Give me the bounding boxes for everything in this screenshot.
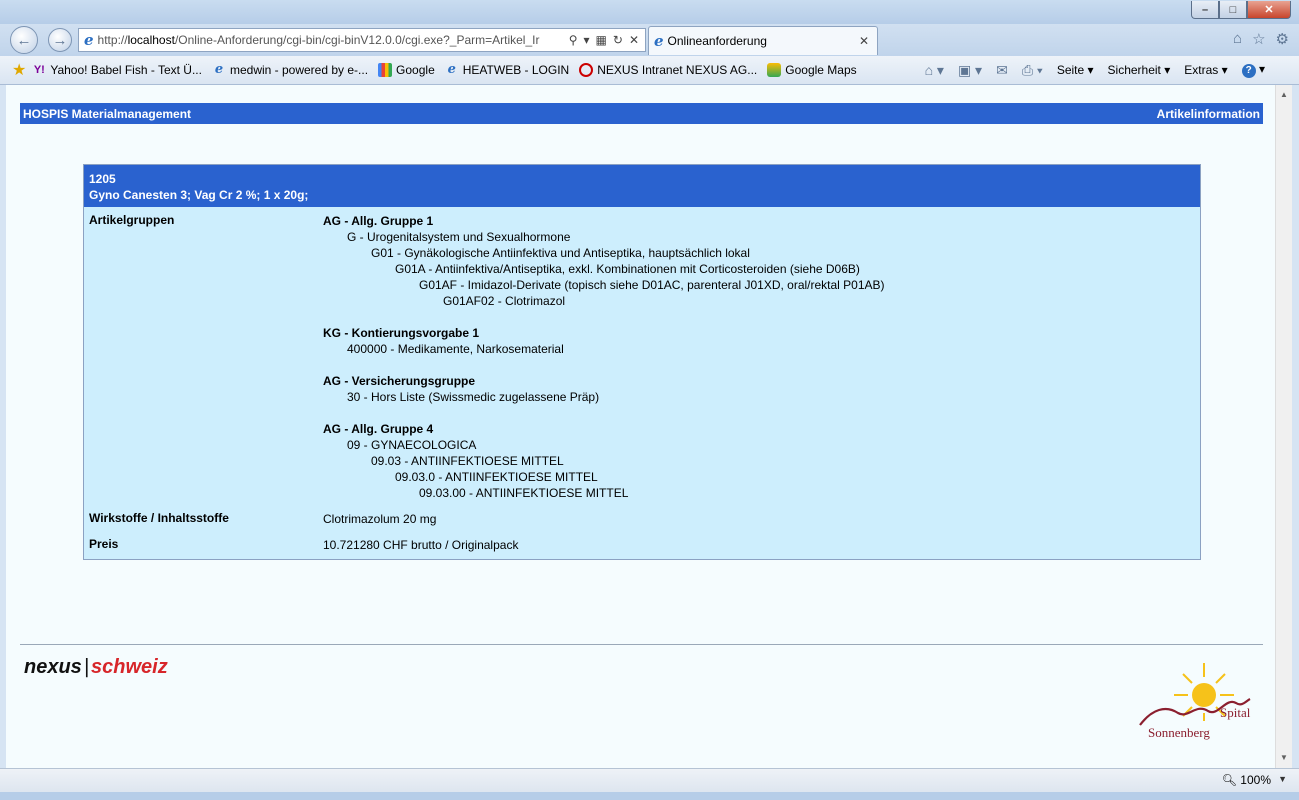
favorite-google[interactable]: Google xyxy=(378,63,435,77)
window-titlebar: – □ ✕ xyxy=(0,0,1299,24)
minimize-button[interactable]: – xyxy=(1191,1,1219,19)
logo-text-spital: Spital xyxy=(1220,705,1251,720)
scroll-up-icon[interactable]: ▲ xyxy=(1276,87,1292,103)
favorite-nexus-intranet[interactable]: NEXUS Intranet NEXUS AG... xyxy=(579,63,757,77)
group-item: G01AF - Imidazol-Derivate (topisch siehe… xyxy=(419,278,885,292)
zoom-dropdown-icon[interactable]: ▼ xyxy=(1278,774,1287,784)
tab-title: Onlineanforderung xyxy=(667,34,767,48)
article-number: 1205 xyxy=(89,172,116,186)
group-title: AG - Versicherungsgruppe xyxy=(323,374,476,388)
refresh-icon[interactable]: ↻ xyxy=(613,33,623,47)
help-menu[interactable]: ? ▾ xyxy=(1241,62,1265,78)
mail-icon[interactable]: ✉ xyxy=(996,62,1008,79)
group-item: 30 - Hors Liste (Swissmedic zugelassene … xyxy=(347,390,600,404)
logo-text-sonnenberg: Sonnenberg xyxy=(1148,725,1210,740)
vertical-scrollbar[interactable]: ▲ ▼ xyxy=(1275,85,1292,768)
tab-onlineanforderung[interactable]: e Onlineanforderung ✕ xyxy=(648,26,878,55)
maximize-button[interactable]: □ xyxy=(1219,1,1247,19)
url-text[interactable]: http://localhost/Online-Anforderung/cgi-… xyxy=(98,33,569,47)
nexus-icon xyxy=(579,63,594,77)
article-groups-list: AG - Allg. Gruppe 1 G - Urogenitalsystem… xyxy=(323,213,885,501)
close-tab-icon[interactable]: ✕ xyxy=(859,34,869,48)
nexus-schweiz-logo: nexus | schweiz xyxy=(24,656,168,678)
google-icon xyxy=(378,63,393,77)
favorites-star-icon[interactable]: ☆ xyxy=(1252,30,1265,48)
scroll-down-icon[interactable]: ▼ xyxy=(1276,750,1292,766)
command-bar: ⌂ ▾ ▣ ▾ ✉ ⎙ ▾ Seite ▾ Sicherheit ▾ Extra… xyxy=(925,56,1265,84)
group-item: 09 - GYNAECOLOGICA xyxy=(347,438,477,452)
forward-arrow-icon: → xyxy=(52,31,68,49)
group-item: G01 - Gynäkologische Antiinfektiva und A… xyxy=(371,246,750,260)
page-section-title: Artikelinformation xyxy=(1156,106,1260,121)
price-value: 10.721280 CHF brutto / Originalpack xyxy=(323,538,519,552)
article-header: 1205 Gyno Canesten 3; Vag Cr 2 %; 1 x 20… xyxy=(84,165,1200,207)
close-window-button[interactable]: ✕ xyxy=(1247,1,1291,19)
ie-tab-icon: e xyxy=(654,32,664,50)
ie-favorite-icon: e xyxy=(214,62,224,77)
search-icon[interactable]: ⚲ xyxy=(569,33,578,47)
label-substances: Wirkstoffe / Inhaltsstoffe xyxy=(89,511,229,525)
article-name: Gyno Canesten 3; Vag Cr 2 %; 1 x 20g; xyxy=(89,188,309,202)
zoom-icon: 🔍︎ xyxy=(1221,773,1237,787)
yahoo-icon: Y! xyxy=(33,64,45,76)
status-bar: 🔍︎ 100% ▼ xyxy=(0,768,1299,793)
favorite-medwin[interactable]: e medwin - powered by e-... xyxy=(212,62,368,78)
app-header-bar: HOSPIS Materialmanagement Artikelinforma… xyxy=(20,103,1263,124)
group-item: G01AF02 - Clotrimazol xyxy=(443,294,566,308)
group-item: G01A - Antiinfektiva/Antiseptika, exkl. … xyxy=(395,262,860,276)
home-menu-icon[interactable]: ⌂ ▾ xyxy=(925,62,944,79)
compatibility-view-icon[interactable]: ▦ xyxy=(596,33,607,47)
favorite-google-maps[interactable]: Google Maps xyxy=(767,63,857,77)
group-item: 09.03 - ANTIINFEKTIOESE MITTEL xyxy=(371,454,564,468)
group-item: 09.03.00 - ANTIINFEKTIOESE MITTEL xyxy=(419,486,629,500)
address-tools: ⚲ ▾ ▦ ↻ ✕ xyxy=(569,33,639,47)
window-controls: – □ ✕ xyxy=(1191,1,1291,19)
ie-favorite-icon: e xyxy=(447,62,456,77)
menu-sicherheit[interactable]: Sicherheit ▾ xyxy=(1108,63,1171,77)
page-content: HOSPIS Materialmanagement Artikelinforma… xyxy=(6,85,1275,768)
substances-value: Clotrimazolum 20 mg xyxy=(323,512,437,526)
favorite-yahoo-babelfish[interactable]: Y! Yahoo! Babel Fish - Text Ü... xyxy=(32,63,202,77)
group-title: KG - Kontierungsvorgabe 1 xyxy=(323,326,480,340)
taskbar-strip xyxy=(0,792,1299,800)
group-title: AG - Allg. Gruppe 1 xyxy=(323,214,434,228)
menu-extras[interactable]: Extras ▾ xyxy=(1184,63,1227,77)
favorite-heatweb[interactable]: e HEATWEB - LOGIN xyxy=(445,62,570,78)
ie-page-icon: e xyxy=(84,31,94,49)
forward-button[interactable]: → xyxy=(48,28,72,52)
favorites-bar: ★ Y! Yahoo! Babel Fish - Text Ü... e med… xyxy=(0,56,1299,85)
back-arrow-icon: ← xyxy=(16,31,32,49)
favorites-add-icon[interactable]: ★ xyxy=(12,60,26,80)
help-icon: ? xyxy=(1241,64,1256,78)
group-item: 400000 - Medikamente, Narkosematerial xyxy=(347,342,564,356)
print-icon[interactable]: ⎙ ▾ xyxy=(1022,62,1043,79)
google-maps-icon xyxy=(767,63,782,77)
footer-divider xyxy=(20,644,1263,645)
home-icon[interactable]: ⌂ xyxy=(1233,30,1242,48)
group-title: AG - Allg. Gruppe 4 xyxy=(323,422,434,436)
label-price: Preis xyxy=(89,537,119,551)
dropdown-arrow-icon[interactable]: ▾ xyxy=(584,33,590,47)
back-button[interactable]: ← xyxy=(10,26,38,54)
navigation-bar: ← → e http://localhost/Online-Anforderun… xyxy=(0,24,1299,56)
group-item: G - Urogenitalsystem und Sexualhormone xyxy=(347,230,571,244)
stop-icon[interactable]: ✕ xyxy=(629,33,639,47)
spital-sonnenberg-logo: Spital Sonnenberg xyxy=(1139,663,1251,740)
menu-seite[interactable]: Seite ▾ xyxy=(1057,63,1094,77)
label-article-groups: Artikelgruppen xyxy=(89,213,175,227)
zoom-level[interactable]: 🔍︎ 100% xyxy=(1222,773,1271,787)
address-bar[interactable]: e http://localhost/Online-Anforderung/cg… xyxy=(78,28,646,52)
article-info-box: 1205 Gyno Canesten 3; Vag Cr 2 %; 1 x 20… xyxy=(83,164,1201,560)
feeds-icon[interactable]: ▣ ▾ xyxy=(958,62,982,79)
browser-right-icons: ⌂ ☆ ⚙ xyxy=(1233,30,1289,48)
group-item: 09.03.0 - ANTIINFEKTIOESE MITTEL xyxy=(395,470,598,484)
gear-icon[interactable]: ⚙ xyxy=(1276,30,1289,48)
app-title: HOSPIS Materialmanagement xyxy=(23,106,192,121)
